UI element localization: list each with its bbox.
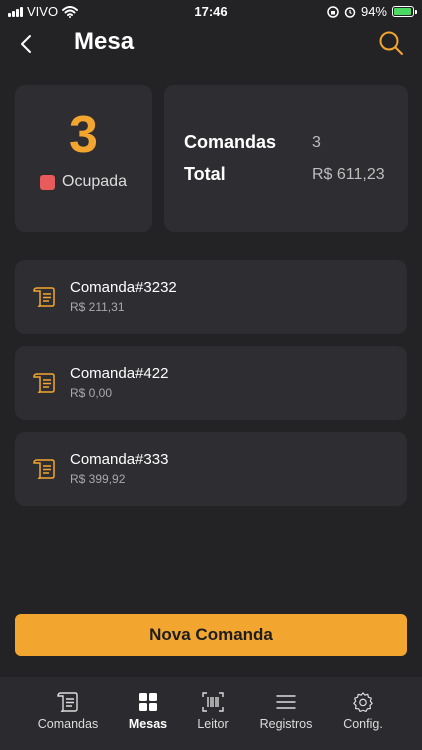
summary-total-row: Total R$ 611,23 xyxy=(184,164,394,185)
grid-icon xyxy=(139,693,157,711)
tab-label: Config. xyxy=(343,717,383,731)
search-icon xyxy=(379,31,403,55)
comanda-item[interactable]: Comanda#422 R$ 0,00 xyxy=(15,346,407,420)
comanda-name: Comanda#422 xyxy=(70,365,169,382)
list-icon xyxy=(276,695,296,709)
receipt-icon xyxy=(33,373,55,394)
comanda-item[interactable]: Comanda#3232 R$ 211,31 xyxy=(15,260,407,334)
barcode-icon xyxy=(202,692,224,712)
comanda-item[interactable]: Comanda#333 R$ 399,92 xyxy=(15,432,407,506)
comanda-name: Comanda#3232 xyxy=(70,279,177,296)
total-label: Total xyxy=(184,164,226,184)
comanda-total: R$ 399,92 xyxy=(70,472,126,486)
tab-config[interactable]: Config. xyxy=(321,685,405,741)
tab-label: Registros xyxy=(259,717,313,731)
comanda-total: R$ 0,00 xyxy=(70,386,113,400)
status-right: 94% xyxy=(327,4,417,19)
tab-label: Comandas xyxy=(37,717,99,731)
receipt-icon xyxy=(33,459,55,480)
tab-label: Leitor xyxy=(197,717,229,731)
table-status-label: Ocupada xyxy=(62,173,127,190)
table-number: 3 xyxy=(69,106,98,164)
total-value: R$ 611,23 xyxy=(312,166,385,183)
receipt-icon xyxy=(33,287,55,308)
header: Mesa xyxy=(0,24,422,64)
back-button[interactable] xyxy=(16,30,40,58)
search-button[interactable] xyxy=(378,30,404,56)
table-status: Ocupada xyxy=(15,173,152,191)
battery-fill xyxy=(394,8,411,15)
table-card: 3 Ocupada xyxy=(15,85,152,232)
chevron-left-icon xyxy=(21,35,31,53)
status-dot xyxy=(40,174,56,190)
gear-icon xyxy=(353,692,373,713)
comandas-count-label: Comandas xyxy=(184,132,277,152)
comanda-total: R$ 211,31 xyxy=(70,300,125,314)
battery-percent: 94% xyxy=(360,4,387,19)
comandas-count-value: 3 xyxy=(312,134,321,151)
tab-registros[interactable]: Registros xyxy=(244,685,328,741)
summary-comandas-row: Comandas 3 xyxy=(184,132,394,153)
tab-leitor[interactable]: Leitor xyxy=(171,685,255,741)
comanda-name: Comanda#333 xyxy=(70,451,169,468)
new-comanda-button[interactable]: Nova Comanda xyxy=(15,614,407,656)
tab-bar: Comandas Mesas Leitor Registros Config. xyxy=(0,677,422,750)
battery-icon xyxy=(392,6,417,17)
alarm-icon xyxy=(344,6,356,18)
summary-card: Comandas 3 Total R$ 611,23 xyxy=(164,85,408,232)
receipt-icon xyxy=(57,692,78,713)
page-title: Mesa xyxy=(74,28,135,55)
orientation-lock-icon xyxy=(327,5,339,18)
status-bar: VIVO 17:46 94% xyxy=(0,0,422,24)
tab-comandas[interactable]: Comandas xyxy=(26,685,110,741)
